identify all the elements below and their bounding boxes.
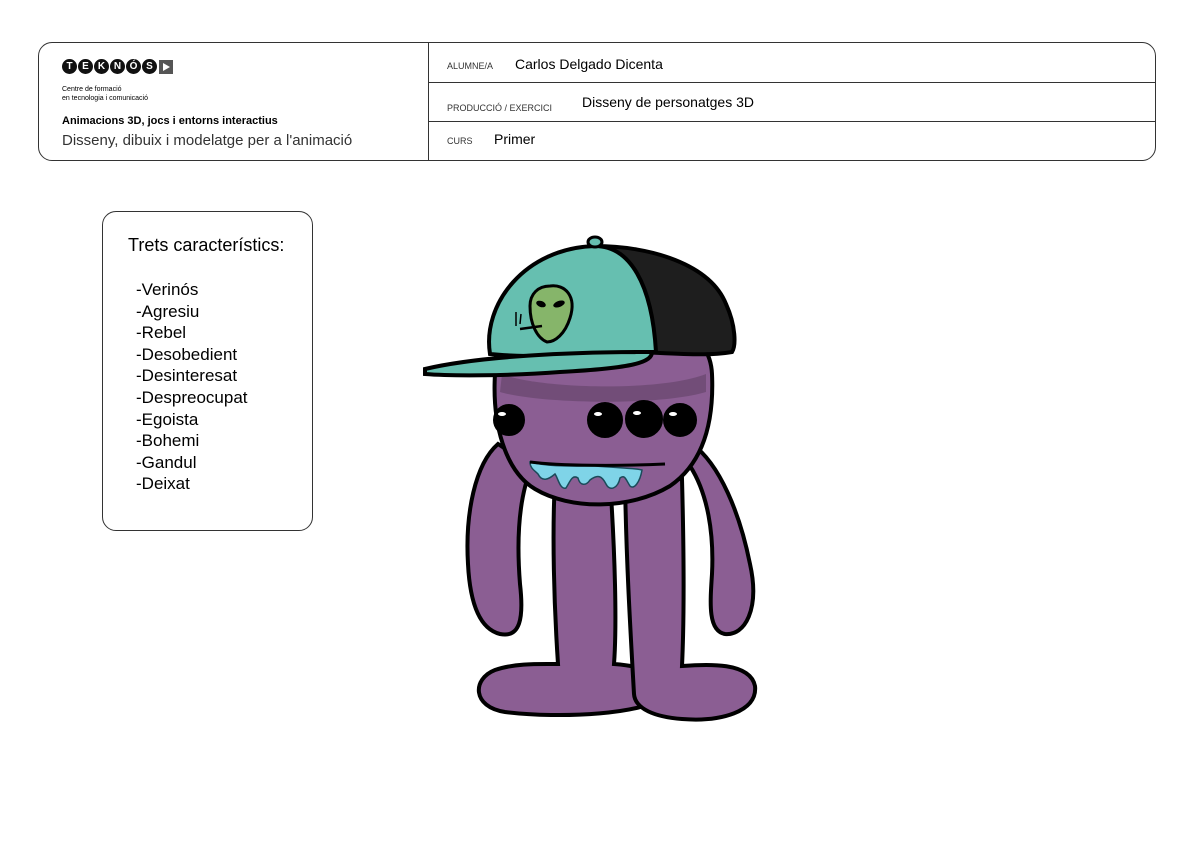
trait-item: -Rebel	[136, 323, 187, 343]
program-name: Animacions 3D, jocs i entorns interactiu…	[62, 115, 278, 127]
logo-letter: Ó	[126, 59, 141, 74]
trait-item: -Desinteresat	[136, 366, 238, 386]
production-row: PRODUCCIÓ / EXERCICI Disseny de personat…	[429, 83, 1155, 122]
trait-item: -Despreocupat	[136, 387, 248, 407]
logo-letter: S	[142, 59, 157, 74]
logo-letter: N	[110, 59, 125, 74]
trait-item: -Egoista	[136, 409, 199, 429]
trait-item: -Gandul	[136, 452, 197, 472]
course-title: Disseny, dibuix i modelatge per a l'anim…	[62, 132, 353, 149]
trait-item: -Deixat	[136, 474, 190, 494]
trait-item: -Bohemi	[136, 431, 200, 451]
logo-letter: K	[94, 59, 109, 74]
curs-value: Primer	[494, 131, 536, 147]
centre-line-2: en tecnologia i comunicació	[62, 95, 148, 102]
logo-letter: E	[78, 59, 93, 74]
trait-item: -Agresiu	[136, 301, 200, 321]
student-label: ALUMNE/A	[447, 61, 494, 71]
curs-label: CURS	[447, 136, 473, 146]
logo-letter: T	[62, 59, 77, 74]
character-illustration	[423, 235, 758, 722]
student-row: ALUMNE/A Carlos Delgado Dicenta	[429, 43, 1155, 83]
traits-title: Trets característics:	[128, 235, 285, 255]
traits-list: -Verinós -Agresiu -Rebel -Desobedient -D…	[136, 279, 248, 495]
cap	[423, 235, 737, 378]
traits-box: Trets característics: -Verinós -Agresiu …	[102, 211, 313, 531]
curs-row: CURS Primer	[429, 122, 1155, 161]
trait-item: -Desobedient	[136, 344, 238, 364]
production-value: Disseny de personatges 3D	[582, 94, 754, 110]
production-label: PRODUCCIÓ / EXERCICI	[447, 103, 553, 113]
trait-item: -Verinós	[136, 280, 199, 299]
play-icon	[159, 59, 173, 74]
header-panel: T E K N Ó S Centre de formació en tecnol…	[38, 42, 1156, 161]
centre-line-1: Centre de formació	[62, 86, 122, 93]
teknos-logo: T E K N Ó S	[62, 59, 173, 74]
student-value: Carlos Delgado Dicenta	[515, 56, 663, 72]
header-left: T E K N Ó S Centre de formació en tecnol…	[39, 43, 429, 160]
